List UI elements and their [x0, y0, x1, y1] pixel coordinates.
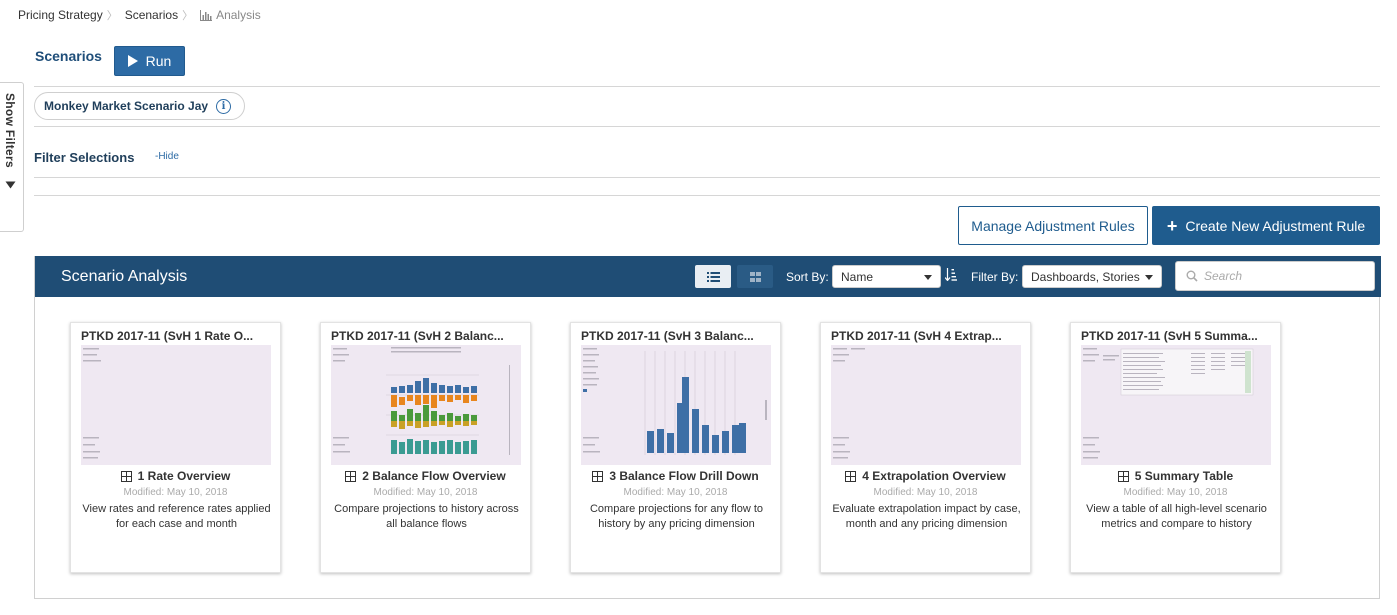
- divider: [34, 86, 1380, 87]
- card-modified: Modified: May 10, 2018: [623, 487, 728, 498]
- breadcrumb-separator: 〉: [106, 10, 118, 22]
- panel-title: Scenario Analysis: [61, 268, 188, 285]
- manage-adjustment-rules-label: Manage Adjustment Rules: [971, 217, 1135, 234]
- sort-by-label: Sort By:: [786, 270, 829, 284]
- card-name-label: 3 Balance Flow Drill Down: [609, 469, 759, 483]
- card-description: View rates and reference rates applied f…: [82, 503, 271, 530]
- card-modified: Modified: May 10, 2018: [873, 487, 978, 498]
- card-name-label: 4 Extrapolation Overview: [862, 469, 1006, 483]
- dashboard-thumbnail: [331, 345, 521, 465]
- card-modified: Modified: May 10, 2018: [123, 487, 228, 498]
- card-name: 2 Balance Flow Overview: [321, 469, 530, 483]
- dashboard-card[interactable]: PTKD 2017-11 (SvH 2 Balanc... 2 Balance …: [320, 322, 531, 573]
- sort-ascending-icon[interactable]: [944, 268, 957, 284]
- caret-down-icon: [5, 181, 16, 189]
- dashboard-icon: [1117, 470, 1129, 482]
- card-description: Compare projections for any flow to hist…: [589, 503, 764, 530]
- search-input[interactable]: [1204, 269, 1364, 283]
- card-name: 3 Balance Flow Drill Down: [571, 469, 780, 483]
- grid-view-button[interactable]: [737, 265, 773, 288]
- card-modified: Modified: May 10, 2018: [373, 487, 478, 498]
- plus-icon: +: [1166, 215, 1178, 236]
- run-label: Run: [145, 53, 172, 69]
- scenarios-title: Scenarios: [35, 48, 102, 64]
- dashboard-card[interactable]: PTKD 2017-11 (SvH 1 Rate O... 1 Rate Ove…: [70, 322, 281, 573]
- card-title: PTKD 2017-11 (SvH 1 Rate O...: [81, 329, 254, 343]
- breadcrumb: Pricing Strategy 〉 Scenarios 〉 Analysis: [18, 7, 261, 23]
- run-button[interactable]: Run: [114, 46, 185, 76]
- manage-adjustment-rules-button[interactable]: Manage Adjustment Rules: [958, 206, 1148, 245]
- card-name: 1 Rate Overview: [71, 469, 280, 483]
- breadcrumb-separator: 〉: [182, 10, 194, 22]
- dashboard-icon: [845, 470, 857, 482]
- dashboard-card[interactable]: PTKD 2017-11 (SvH 5 Summa... 5 Summary T…: [1070, 322, 1281, 573]
- breadcrumb-item-analysis: Analysis: [200, 8, 261, 22]
- panel-header: Scenario Analysis Sort By: Name Filter B…: [35, 256, 1381, 297]
- show-filters-tab[interactable]: Show Filters: [0, 82, 24, 232]
- create-adjustment-rule-label: Create New Adjustment Rule: [1185, 217, 1366, 234]
- scenario-pill[interactable]: Monkey Market Scenario Jay i: [34, 92, 245, 120]
- card-name: 5 Summary Table: [1071, 469, 1280, 483]
- filter-by-select[interactable]: Dashboards, Stories: [1022, 265, 1162, 288]
- card-name-label: 2 Balance Flow Overview: [362, 469, 506, 483]
- list-icon: [706, 271, 720, 282]
- create-adjustment-rule-button[interactable]: + Create New Adjustment Rule: [1152, 206, 1380, 245]
- grid-icon: [749, 271, 761, 282]
- card-name: 4 Extrapolation Overview: [821, 469, 1030, 483]
- dashboard-thumbnail: [81, 345, 271, 465]
- card-title: PTKD 2017-11 (SvH 2 Balanc...: [331, 329, 504, 343]
- filter-by-value: Dashboards, Stories: [1031, 269, 1140, 284]
- dashboard-icon: [120, 470, 132, 482]
- list-view-button[interactable]: [695, 265, 731, 288]
- dashboard-card[interactable]: PTKD 2017-11 (SvH 3 Balanc... 3 Balance …: [570, 322, 781, 573]
- filter-by-label: Filter By:: [971, 270, 1019, 284]
- card-title: PTKD 2017-11 (SvH 4 Extrap...: [831, 329, 1002, 343]
- bar-chart-icon: [200, 9, 213, 21]
- card-title: PTKD 2017-11 (SvH 5 Summa...: [1081, 329, 1258, 343]
- chevron-down-icon: [1145, 275, 1153, 280]
- divider: [34, 195, 1380, 196]
- search-box: [1175, 261, 1375, 291]
- divider: [34, 126, 1380, 127]
- dashboard-card[interactable]: PTKD 2017-11 (SvH 4 Extrap... 4 Extrapol…: [820, 322, 1031, 573]
- chevron-down-icon: [924, 275, 932, 280]
- dashboard-thumbnail: [831, 345, 1021, 465]
- card-description: Evaluate extrapolation impact by case, m…: [832, 503, 1021, 530]
- scenario-analysis-panel: Scenario Analysis Sort By: Name Filter B…: [34, 256, 1381, 599]
- scenario-name: Monkey Market Scenario Jay: [44, 99, 209, 113]
- dashboard-icon: [345, 470, 357, 482]
- filter-selections-title: Filter Selections: [34, 150, 135, 165]
- breadcrumb-item-scenarios[interactable]: Scenarios: [125, 8, 178, 22]
- card-title: PTKD 2017-11 (SvH 3 Balanc...: [581, 329, 754, 343]
- dashboard-thumbnail: [1081, 345, 1271, 465]
- card-modified: Modified: May 10, 2018: [1123, 487, 1228, 498]
- show-filters-label: Show Filters: [3, 93, 17, 168]
- card-name-label: 5 Summary Table: [1134, 469, 1234, 483]
- breadcrumb-current-label: Analysis: [216, 8, 261, 22]
- sort-by-select[interactable]: Name: [832, 265, 941, 288]
- dashboard-thumbnail: [581, 345, 771, 465]
- search-icon: [1186, 270, 1198, 282]
- sort-by-value: Name: [841, 269, 874, 284]
- view-toggle: [695, 265, 773, 288]
- card-name-label: 1 Rate Overview: [137, 469, 231, 483]
- divider: [34, 177, 1380, 178]
- play-icon: [127, 55, 138, 67]
- breadcrumb-item-pricing-strategy[interactable]: Pricing Strategy: [18, 8, 103, 22]
- info-icon[interactable]: i: [216, 98, 232, 114]
- dashboard-icon: [592, 470, 604, 482]
- card-description: Compare projections to history across al…: [334, 503, 519, 530]
- card-description: View a table of all high-level scenario …: [1086, 503, 1267, 530]
- hide-filters-link[interactable]: -Hide: [155, 151, 179, 162]
